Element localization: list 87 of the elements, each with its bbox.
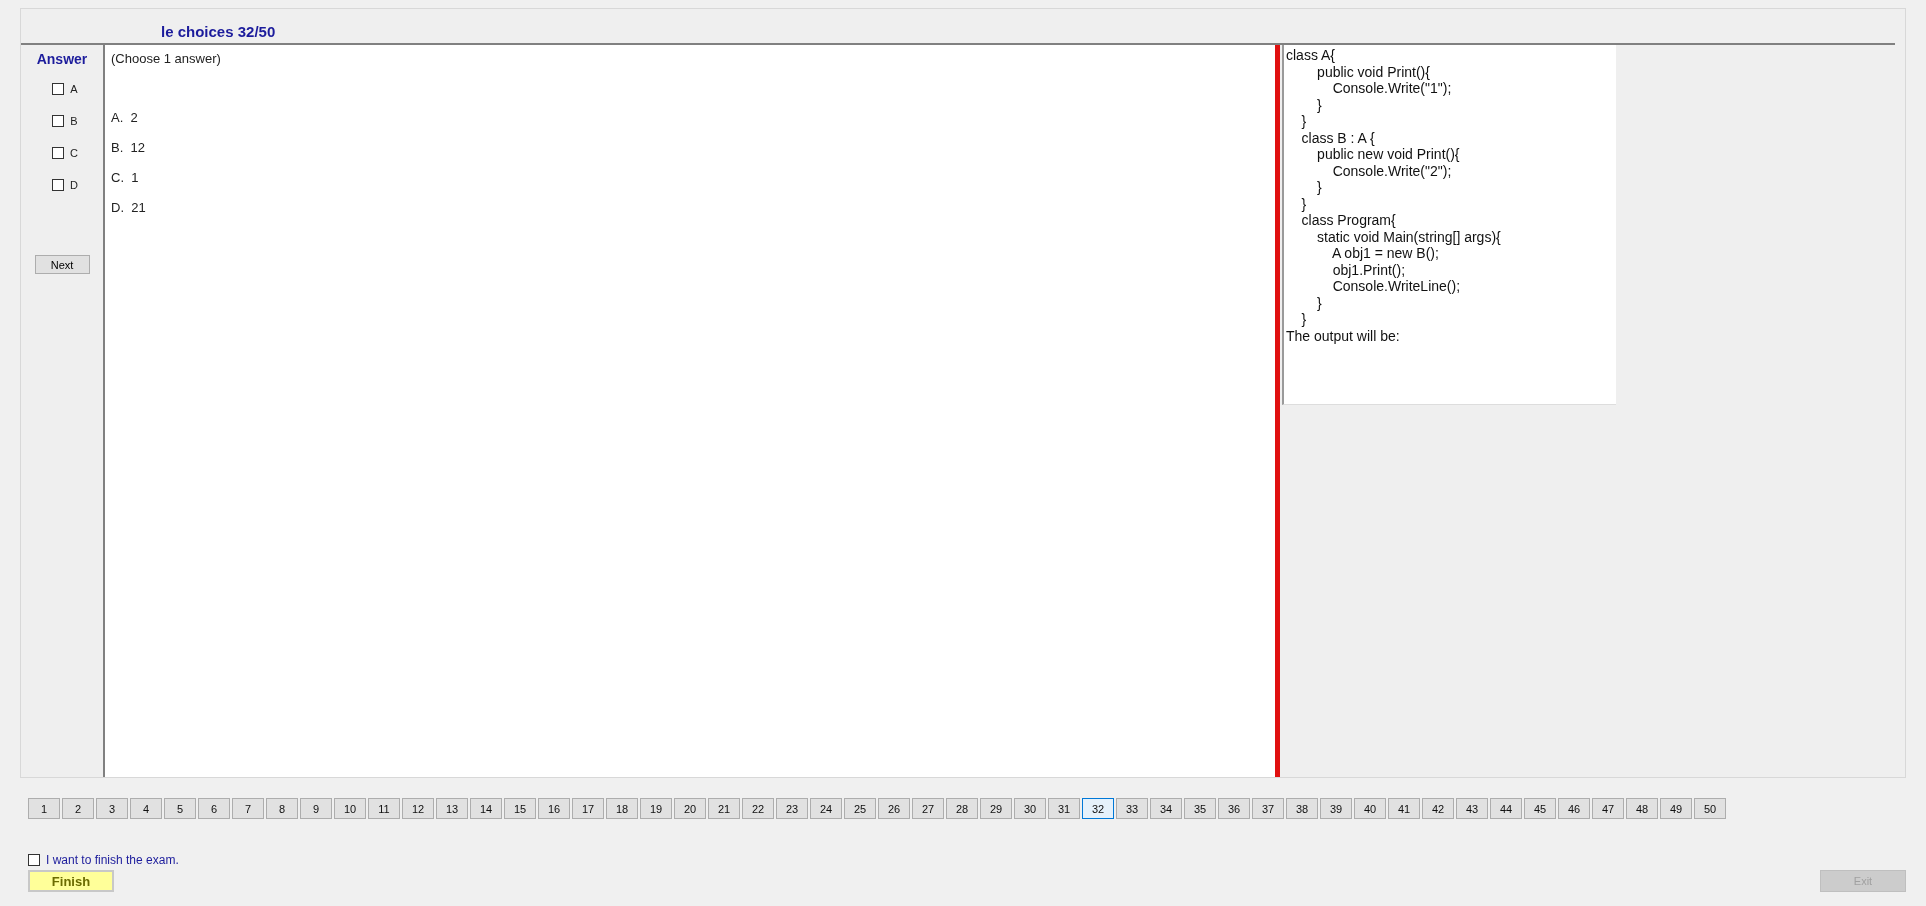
code-line: } (1300, 195, 1307, 212)
option-text: B. 12 (111, 140, 145, 155)
question-number-button[interactable]: 11 (368, 798, 400, 819)
question-number-button[interactable]: 3 (96, 798, 128, 819)
question-number-button[interactable]: 36 (1218, 798, 1250, 819)
question-number-button[interactable]: 29 (980, 798, 1012, 819)
question-number-button[interactable]: 50 (1694, 798, 1726, 819)
finish-button[interactable]: Finish (28, 870, 114, 892)
question-number-button[interactable]: 46 (1558, 798, 1590, 819)
code-line: obj1.Print(); (1331, 261, 1406, 278)
question-number-button[interactable]: 43 (1456, 798, 1488, 819)
question-number-button[interactable]: 24 (810, 798, 842, 819)
question-number-button[interactable]: 40 (1354, 798, 1386, 819)
code-line: Console.Write("1"); (1331, 80, 1452, 96)
question-number-button[interactable]: 47 (1592, 798, 1624, 819)
question-number-button[interactable]: 27 (912, 798, 944, 819)
answer-heading: Answer (36, 51, 88, 67)
question-number-button[interactable]: 28 (946, 798, 978, 819)
question-number-button[interactable]: 13 (436, 798, 468, 819)
question-number-button[interactable]: 48 (1626, 798, 1658, 819)
question-number-button[interactable]: 44 (1490, 798, 1522, 819)
question-number-button[interactable]: 8 (266, 798, 298, 819)
choice-label: A (70, 83, 78, 95)
question-number-button[interactable]: 19 (640, 798, 672, 819)
question-number-button[interactable]: 34 (1150, 798, 1182, 819)
code-line: } (1316, 96, 1322, 113)
question-number-button[interactable]: 10 (334, 798, 366, 819)
question-number-button[interactable]: 37 (1252, 798, 1284, 819)
finish-checkbox[interactable] (28, 854, 40, 866)
question-number-button[interactable]: 25 (844, 798, 876, 819)
option-text: D. 21 (111, 200, 146, 215)
choice-label: B (70, 115, 78, 127)
question-number-button[interactable]: 33 (1116, 798, 1148, 819)
question-number-button[interactable]: 18 (606, 798, 638, 819)
question-number-button[interactable]: 49 (1660, 798, 1692, 819)
code-line: Console.Write("2"); (1331, 162, 1452, 179)
question-title: le choices 32/50 (160, 22, 277, 42)
code-line: } (1316, 179, 1322, 195)
question-number-button[interactable]: 35 (1184, 798, 1216, 819)
code-line: class B : A { (1300, 129, 1375, 146)
code-line: class Program{ (1300, 212, 1396, 228)
code-line: The output will be: (1286, 327, 1400, 344)
question-number-button[interactable]: 26 (878, 798, 910, 819)
question-instruction: (Choose 1 answer) (111, 51, 221, 66)
question-number-button[interactable]: 45 (1524, 798, 1556, 819)
question-number-button[interactable]: 9 (300, 798, 332, 819)
question-number-button[interactable]: 7 (232, 798, 264, 819)
question-number-button[interactable]: 38 (1286, 798, 1318, 819)
question-number-button[interactable]: 22 (742, 798, 774, 819)
question-number-button[interactable]: 1 (28, 798, 60, 819)
option-text: A. 2 (111, 110, 138, 125)
question-number-button[interactable]: 41 (1388, 798, 1420, 819)
code-line: public void Print(){ (1316, 63, 1430, 80)
question-number-button[interactable]: 16 (538, 798, 570, 819)
question-number-button[interactable]: 14 (470, 798, 502, 819)
question-number-button[interactable]: 21 (708, 798, 740, 819)
question-number-button[interactable]: 32 (1082, 798, 1114, 819)
question-number-button[interactable]: 20 (674, 798, 706, 819)
next-button[interactable]: Next (34, 255, 90, 274)
code-line: } (1316, 294, 1322, 311)
answer-checkbox[interactable] (52, 179, 64, 191)
answer-checkbox[interactable] (52, 147, 64, 159)
code-line: } (1300, 113, 1307, 129)
code-line: static void Main(string[] args){ (1316, 228, 1501, 245)
question-number-button[interactable]: 6 (198, 798, 230, 819)
question-number-button[interactable]: 23 (776, 798, 808, 819)
question-number-button[interactable]: 39 (1320, 798, 1352, 819)
question-number-button[interactable]: 17 (572, 798, 604, 819)
option-text: C. 1 (111, 170, 139, 185)
question-number-button[interactable]: 15 (504, 798, 536, 819)
question-number-button[interactable]: 5 (164, 798, 196, 819)
answer-checkbox[interactable] (52, 83, 65, 95)
code-line: public new void Print(){ (1316, 146, 1460, 162)
code-line: class A{ (1286, 47, 1336, 63)
question-number-button[interactable]: 42 (1422, 798, 1454, 819)
code-line: } (1300, 311, 1307, 327)
question-number-button[interactable]: 30 (1014, 798, 1046, 819)
code-line: Console.WriteLine(); (1331, 278, 1461, 294)
question-number-button[interactable]: 4 (130, 798, 162, 819)
choice-label: D (70, 179, 78, 191)
code-line: A obj1 = new B(); (1330, 245, 1439, 261)
finish-confirm-label: I want to finish the exam. (46, 853, 179, 867)
answer-checkbox[interactable] (52, 115, 65, 127)
question-number-button[interactable]: 31 (1048, 798, 1080, 819)
question-number-button[interactable]: 12 (402, 798, 434, 819)
question-number-button[interactable]: 2 (62, 798, 94, 819)
choice-label: C (70, 147, 78, 159)
